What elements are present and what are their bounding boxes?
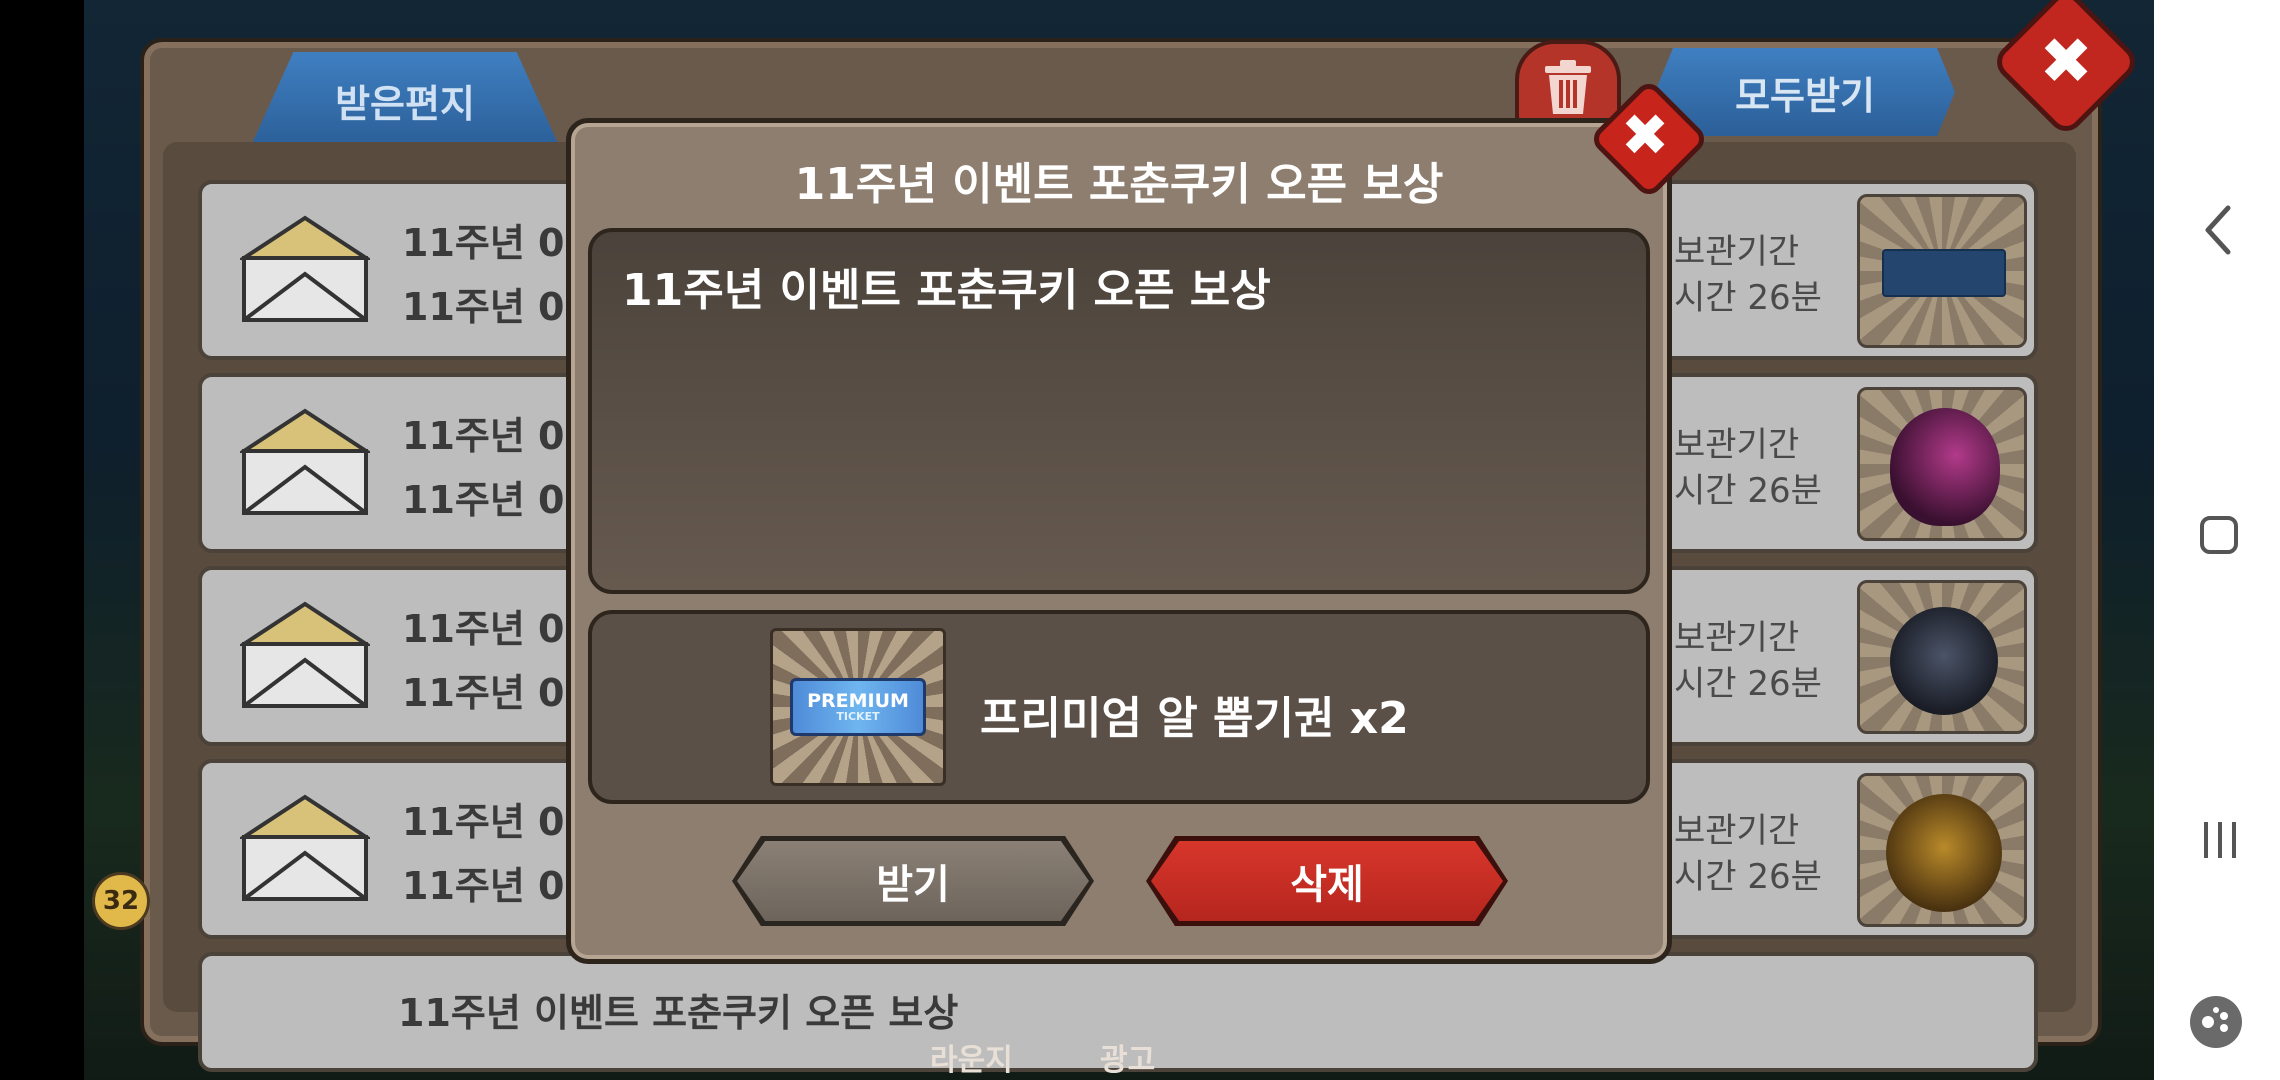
- message-text: 11주년 이벤트 포춘쿠키 오픈 보상: [622, 265, 1271, 316]
- mail-title: 11주년 0: [402, 607, 565, 651]
- back-icon[interactable]: [2198, 200, 2238, 260]
- envelope-icon: [240, 408, 370, 515]
- mail-title-partial: 11주년 이벤트 포춘쿠키 오픈 보상: [398, 991, 959, 1035]
- envelope-icon: [240, 794, 370, 901]
- mailbox-close-button[interactable]: ✖: [2012, 8, 2120, 116]
- dialog-close-button[interactable]: ✖: [1588, 78, 1710, 200]
- receive-button[interactable]: 받기: [732, 836, 1094, 926]
- close-icon: ✖: [1620, 101, 1670, 169]
- envelope-icon: [240, 601, 370, 708]
- mail-keep-label: 보관기간: [1674, 618, 1800, 658]
- premium-ticket-icon: PREMIUM TICKET: [790, 678, 926, 736]
- home-icon[interactable]: [2200, 516, 2238, 554]
- dragon-egg-dark-thumb: [1857, 580, 2027, 734]
- mail-keep-label: 보관기간: [1674, 425, 1800, 465]
- game-tools-icon[interactable]: [2190, 996, 2242, 1048]
- ticket-sub-text: TICKET: [836, 710, 880, 723]
- delete-button-label: 삭제: [1151, 841, 1503, 921]
- mail-subtitle: 11주년 0: [402, 864, 565, 908]
- recent-apps-icon[interactable]: [2198, 818, 2242, 862]
- reward-label: 프리미엄 알 뽑기권 x2: [980, 693, 1409, 744]
- mail-title: 11주년 0: [402, 221, 565, 265]
- mail-keep-label: 보관기간: [1674, 232, 1800, 272]
- trash-icon: [1545, 60, 1591, 114]
- receive-all-button[interactable]: 모두받기: [1655, 48, 1955, 136]
- ad-label: 광고: [1100, 1043, 1156, 1078]
- mail-keep-time: 시간 26분: [1674, 278, 1822, 318]
- gamepad-icon: [2202, 1007, 2228, 1032]
- ticket-main-text: PREMIUM: [807, 690, 909, 712]
- envelope-icon: [240, 215, 370, 322]
- mail-keep-time: 시간 26분: [1674, 664, 1822, 704]
- mail-subtitle: 11주년 0: [402, 478, 565, 522]
- mail-title: 11주년 0: [402, 414, 565, 458]
- mail-keep-label: 보관기간: [1674, 811, 1800, 851]
- mail-subtitle: 11주년 0: [402, 285, 565, 329]
- mail-keep-time: 시간 26분: [1674, 471, 1822, 511]
- dragon-egg-gold-thumb: [1857, 773, 2027, 927]
- premium-ticket-thumb: [1857, 194, 2027, 348]
- mail-title: 11주년 0: [402, 800, 565, 844]
- mail-keep-time: 시간 26분: [1674, 857, 1822, 897]
- dragon-egg-purple-thumb: [1857, 387, 2027, 541]
- dialog-title: 11주년 이벤트 포춘쿠키 오픈 보상: [794, 159, 1444, 210]
- delete-button[interactable]: 삭제: [1146, 836, 1508, 926]
- mail-subtitle: 11주년 0: [402, 671, 565, 715]
- tab-received-mail[interactable]: 받은편지: [250, 52, 560, 148]
- lounge-label: 라운지: [930, 1043, 1013, 1078]
- level-badge: 32: [92, 872, 150, 930]
- receive-button-label: 받기: [737, 841, 1089, 921]
